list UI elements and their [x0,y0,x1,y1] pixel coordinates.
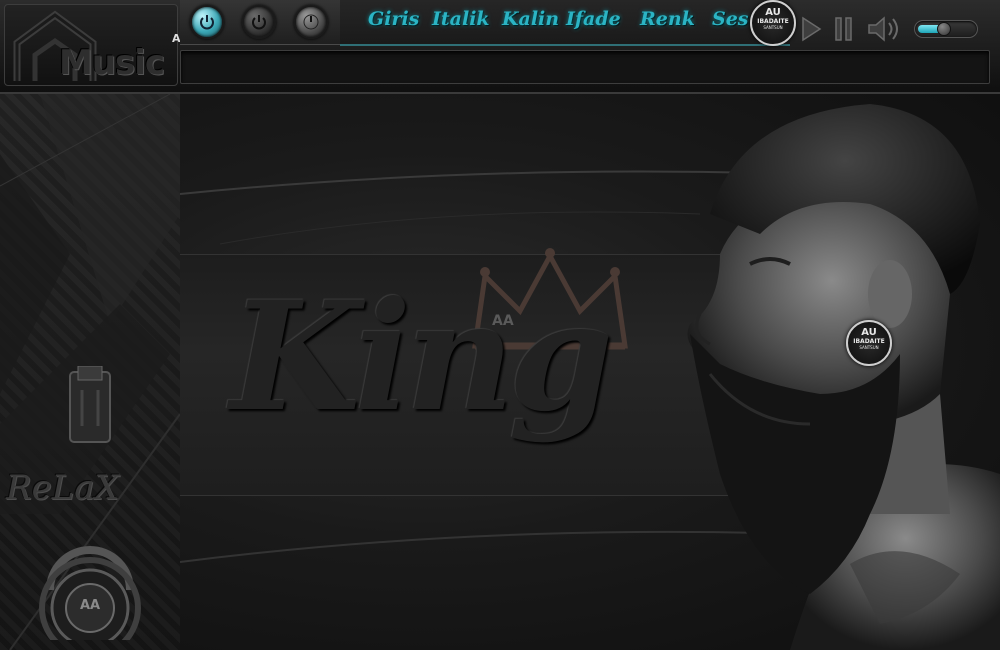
power-button[interactable] [242,5,276,39]
power-on-button[interactable] [190,5,224,39]
menu-item-ifade[interactable]: Ifade [566,8,621,30]
menu-item-italik[interactable]: Italik [432,8,490,30]
app-logo: Music [4,4,178,86]
menu-item-ses[interactable]: Ses [712,8,749,30]
power-icon [252,15,266,30]
badge-line3: SANTSUN [763,25,783,30]
knob-strip [180,0,340,45]
menu-bar: Giris Italik Kalin Ifade Renk Ses [340,0,790,46]
earring-badge-line1: AU [861,327,877,338]
logo-text: Music [59,43,165,83]
main-stage: AA King AU IBADAITE SANTSUN [180,94,1000,650]
dial-knob[interactable] [294,5,328,39]
play-icon[interactable] [800,16,822,42]
menu-item-renk[interactable]: Renk [640,8,695,30]
speaker-icon[interactable] [866,14,904,44]
usb-icon [69,366,111,443]
badge-line1: AU [765,7,781,18]
dial-icon [303,14,319,30]
top-bar: Music AA Giris Italik Kalin Ifade Renk [0,0,1000,94]
power-icon [200,15,214,30]
editor-input[interactable] [180,50,990,84]
menu-item-giris[interactable]: Giris [368,8,419,30]
volume-slider[interactable] [914,20,978,38]
menu-item-kalin[interactable]: Kalin [502,8,559,30]
relax-text: ReLaX [6,468,119,508]
earring-badge-line2: IBADAITE [853,338,885,345]
left-panel: ReLaX AA [0,94,181,650]
headphone-tag: AA [80,598,101,613]
brand-badge: AU IBADAITE SANTSUN [750,0,796,46]
headphones-icon [39,546,141,640]
badge-line2: IBADAITE [757,18,789,25]
volume-handle[interactable] [937,22,951,36]
earring-badge-line3: SANTSUN [859,345,879,350]
pause-icon[interactable] [834,16,854,42]
earring-badge: AU IBADAITE SANTSUN [846,320,892,366]
bearded-man-photo [687,104,1000,650]
stage-title: King [230,269,613,445]
